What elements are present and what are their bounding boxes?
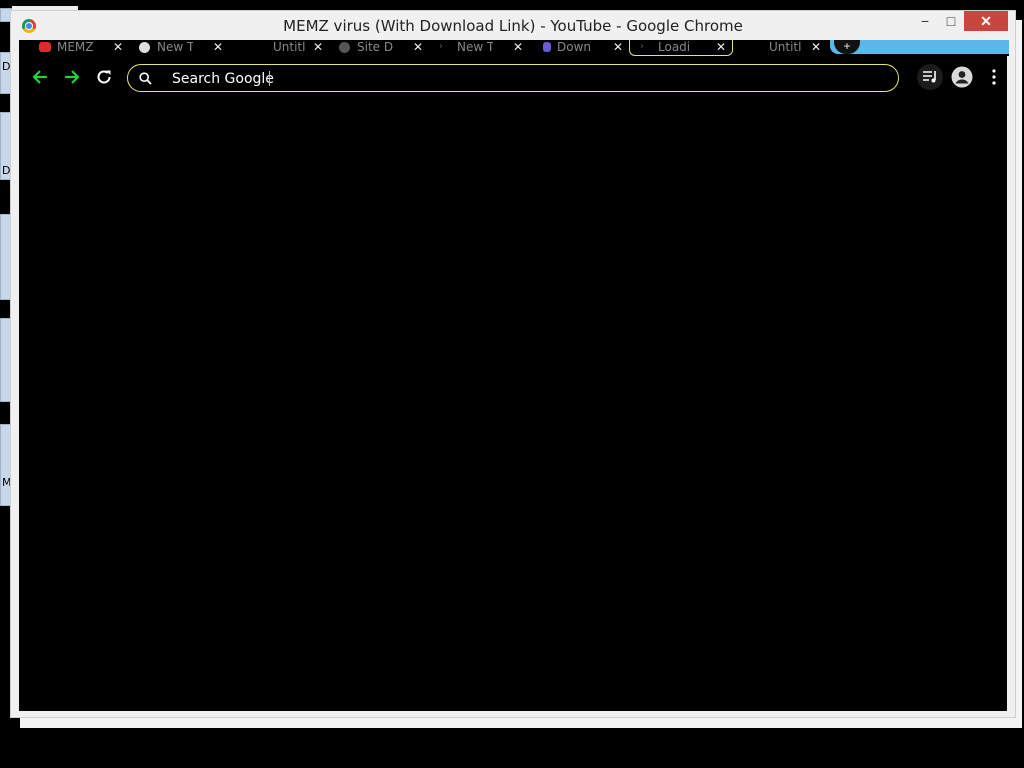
back-arrow-icon <box>32 70 47 84</box>
back-button[interactable] <box>29 66 51 88</box>
title-bar[interactable]: MEMZ virus (With Download Link) - YouTub… <box>11 11 1015 41</box>
tab-close-icon[interactable]: ✕ <box>213 40 223 54</box>
close-button[interactable]: ✕ <box>964 11 1008 31</box>
tab-memz[interactable]: MEMZ ✕ <box>29 40 129 56</box>
youtube-icon <box>39 42 51 52</box>
tab-label: Untitl <box>273 40 306 54</box>
reload-icon <box>97 70 111 84</box>
forward-arrow-icon <box>65 70 80 84</box>
page-content[interactable] <box>19 95 1007 711</box>
minimize-button[interactable]: − <box>912 11 938 31</box>
tab-label: Site D <box>357 40 393 54</box>
window-title: MEMZ virus (With Download Link) - YouTub… <box>283 17 743 35</box>
avatar-icon <box>951 66 973 88</box>
tab-close-icon[interactable]: ✕ <box>716 40 726 54</box>
tab-loading[interactable]: › Loadi ✕ <box>629 40 733 56</box>
tab-close-icon[interactable]: ✕ <box>113 40 123 54</box>
maximize-button[interactable]: □ <box>938 11 964 31</box>
tab-label: MEMZ <box>57 40 93 54</box>
tab-label: Loadi <box>658 40 691 54</box>
search-icon <box>139 72 152 85</box>
tab-label: New T <box>457 40 493 54</box>
tab-label: Untitl <box>769 40 802 54</box>
chrome-window: MEMZ virus (With Download Link) - YouTub… <box>10 10 1016 718</box>
playlist-icon <box>923 71 936 83</box>
globe-icon <box>339 42 350 53</box>
reload-button[interactable] <box>93 66 115 88</box>
tab-untitled[interactable]: Untitl ✕ <box>229 40 329 56</box>
forward-button[interactable] <box>61 66 83 88</box>
tab-close-icon[interactable]: ✕ <box>613 40 623 54</box>
chevron-icon: › <box>640 41 644 52</box>
tab-close-icon[interactable]: ✕ <box>413 40 423 54</box>
tab-new-tab-2[interactable]: › New T ✕ <box>429 40 529 56</box>
menu-button[interactable] <box>981 64 1007 90</box>
more-vertical-icon <box>992 69 996 85</box>
tab-close-icon[interactable]: ✕ <box>811 40 821 54</box>
tab-label: Down <box>557 40 592 54</box>
tab-site[interactable]: Site D ✕ <box>329 40 429 56</box>
profile-button[interactable] <box>949 64 975 90</box>
github-icon <box>139 42 150 53</box>
tab-new-tab[interactable]: New T ✕ <box>129 40 229 56</box>
search-input[interactable] <box>170 65 774 93</box>
tab-close-icon[interactable]: ✕ <box>313 40 323 54</box>
browser-toolbar <box>19 56 1007 96</box>
media-queue-button[interactable] <box>917 64 943 90</box>
tab-strip: MEMZ ✕ New T ✕ Untitl ✕ Site D ✕ › New T… <box>19 40 1009 56</box>
download-icon <box>543 42 551 52</box>
text-caret <box>269 71 270 86</box>
tab-untitled-2[interactable]: Untitl ✕ <box>733 40 825 56</box>
tab-close-icon[interactable]: ✕ <box>513 40 523 54</box>
tab-label: New T <box>157 40 193 54</box>
address-bar[interactable] <box>127 64 899 93</box>
chevron-icon: › <box>439 41 443 52</box>
tab-download[interactable]: Down ✕ <box>529 40 629 56</box>
